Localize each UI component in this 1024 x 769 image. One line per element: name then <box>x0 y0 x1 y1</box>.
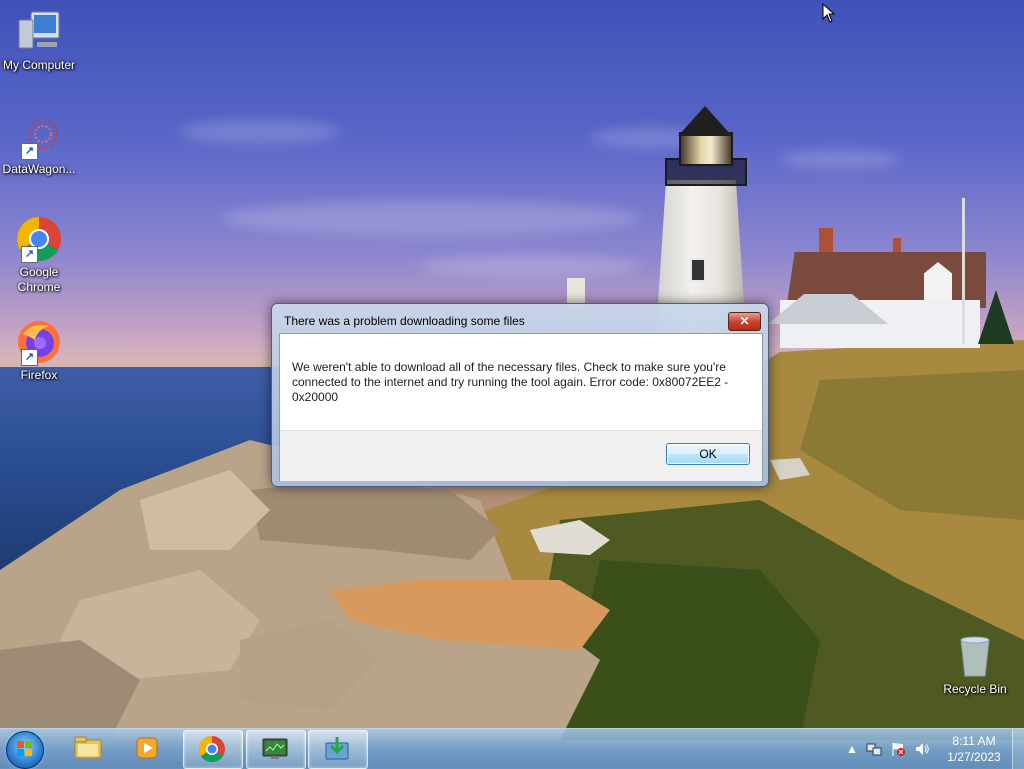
shortcut-arrow-icon: ↗ <box>21 349 38 366</box>
shortcut-arrow-icon: ↗ <box>21 143 38 160</box>
dialog-footer: OK <box>280 430 762 481</box>
download-icon <box>325 737 349 760</box>
lighthouse-roof <box>678 106 732 136</box>
dialog-title: There was a problem downloading some fil… <box>284 314 525 328</box>
action-center-flag-icon[interactable] <box>890 741 906 757</box>
show-desktop-button[interactable] <box>1012 729 1024 769</box>
desktop-icon-recycle-bin[interactable]: Recycle Bin <box>936 632 1014 697</box>
lighthouse-lantern <box>679 132 733 166</box>
desktop-icon-google-chrome[interactable]: ↗ Google Chrome <box>0 215 78 295</box>
start-button[interactable] <box>6 731 44 769</box>
computer-icon <box>15 8 63 56</box>
monitor-icon <box>262 738 288 759</box>
taskbar-clock[interactable]: 8:11 AM 1/27/2023 <box>938 733 1010 765</box>
clock-date: 1/27/2023 <box>947 750 1001 764</box>
desktop-icon-label: My Computer <box>2 58 76 72</box>
recycle-bin-icon <box>951 632 999 680</box>
clock-time: 8:11 AM <box>952 734 996 748</box>
desktop-icon-label: Recycle Bin <box>943 682 1007 696</box>
media-player-icon <box>136 737 158 759</box>
taskbar: ▲ 8:11 AM 1/27/2023 <box>0 728 1024 769</box>
chrome-icon: ↗ <box>15 215 63 263</box>
datawagon-icon: ↗ <box>15 112 63 160</box>
dialog-close-button[interactable]: ✕ <box>728 312 761 331</box>
windows-logo-icon <box>17 741 33 757</box>
desktop-icon-my-computer[interactable]: My Computer <box>0 8 78 73</box>
volume-icon[interactable] <box>914 741 930 757</box>
taskbar-item-download-tool[interactable] <box>308 730 368 769</box>
ok-button[interactable]: OK <box>666 443 750 465</box>
desktop-icon-label: Firefox <box>20 368 58 382</box>
folder-icon <box>74 736 102 759</box>
cloud <box>780 150 900 168</box>
error-dialog: There was a problem downloading some fil… <box>271 303 769 487</box>
cloud <box>420 255 640 277</box>
desktop-icon-firefox[interactable]: ↗ Firefox <box>0 318 78 383</box>
chrome-icon <box>198 735 225 763</box>
taskbar-item-media-player[interactable] <box>120 730 178 767</box>
desktop-icon-label: DataWagon... <box>2 162 76 176</box>
desktop-icon-datawagon[interactable]: ↗ DataWagon... <box>0 112 78 177</box>
dialog-body: We weren't able to download all of the n… <box>279 333 763 481</box>
network-icon[interactable] <box>866 741 882 757</box>
taskbar-item-chrome[interactable] <box>183 730 243 769</box>
taskbar-item-explorer[interactable] <box>60 730 118 767</box>
dialog-message: We weren't able to download all of the n… <box>292 360 729 404</box>
firefox-icon: ↗ <box>15 318 63 366</box>
desktop-icon-label: Google Chrome <box>17 265 61 294</box>
lighthouse-window <box>690 258 706 282</box>
show-hidden-icons-button[interactable]: ▲ <box>844 741 860 757</box>
taskbar-item-monitor[interactable] <box>246 730 306 769</box>
cloud <box>220 200 640 236</box>
shortcut-arrow-icon: ↗ <box>21 246 38 263</box>
mouse-cursor-icon <box>822 3 836 23</box>
cloud <box>180 120 340 144</box>
flagpole <box>962 198 965 344</box>
